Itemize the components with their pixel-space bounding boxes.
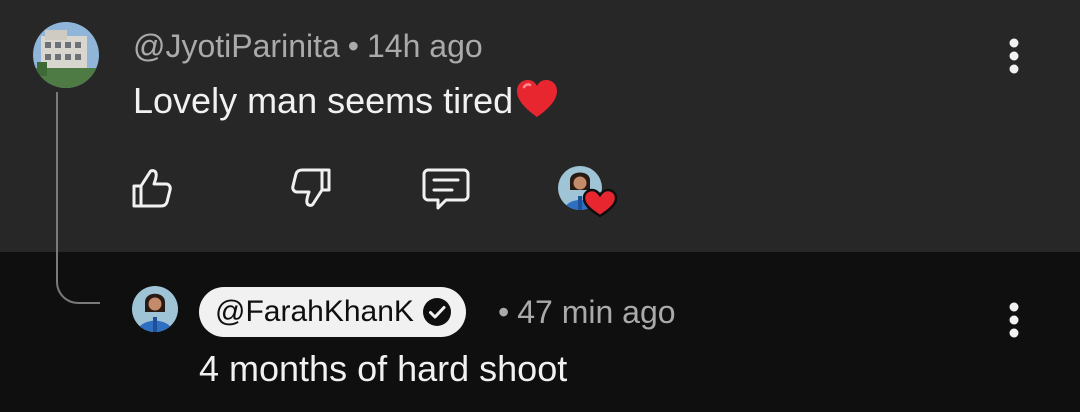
reply-button[interactable] [420,164,470,212]
dislike-button[interactable] [287,164,335,212]
heart-emoji-icon [517,80,558,117]
comment-menu-icon[interactable] [1008,37,1020,77]
reply-body: 4 months of hard shoot [199,348,568,389]
comment-text: Lovely man seems tired [133,80,514,121]
dislike-icon [291,168,331,207]
commenter-avatar[interactable] [33,22,99,88]
creator-heart-badge [556,164,618,218]
verified-check-icon [422,298,451,326]
like-button[interactable] [128,164,176,212]
reply-meta: • 47 min ago [498,292,676,332]
creator-author-badge[interactable]: @FarahKhanK [199,287,466,337]
comment-time: 14h ago [366,28,483,64]
reply-time: 47 min ago [517,294,676,330]
comment-meta: @JyotiParinita • 14h ago [133,26,483,66]
meta-separator: • [498,294,510,330]
comment-author[interactable]: @JyotiParinita [133,28,340,64]
meta-separator: • [347,28,359,64]
heart-icon [582,188,618,218]
reply-menu-icon[interactable] [1008,301,1020,341]
comment-body: Lovely man seems tired [133,78,559,124]
reply-author-avatar[interactable] [132,286,178,332]
reply-icon [422,168,470,210]
thread-connector-line [56,92,100,304]
reply-author: @FarahKhanK [215,295,414,328]
like-icon [132,169,172,208]
